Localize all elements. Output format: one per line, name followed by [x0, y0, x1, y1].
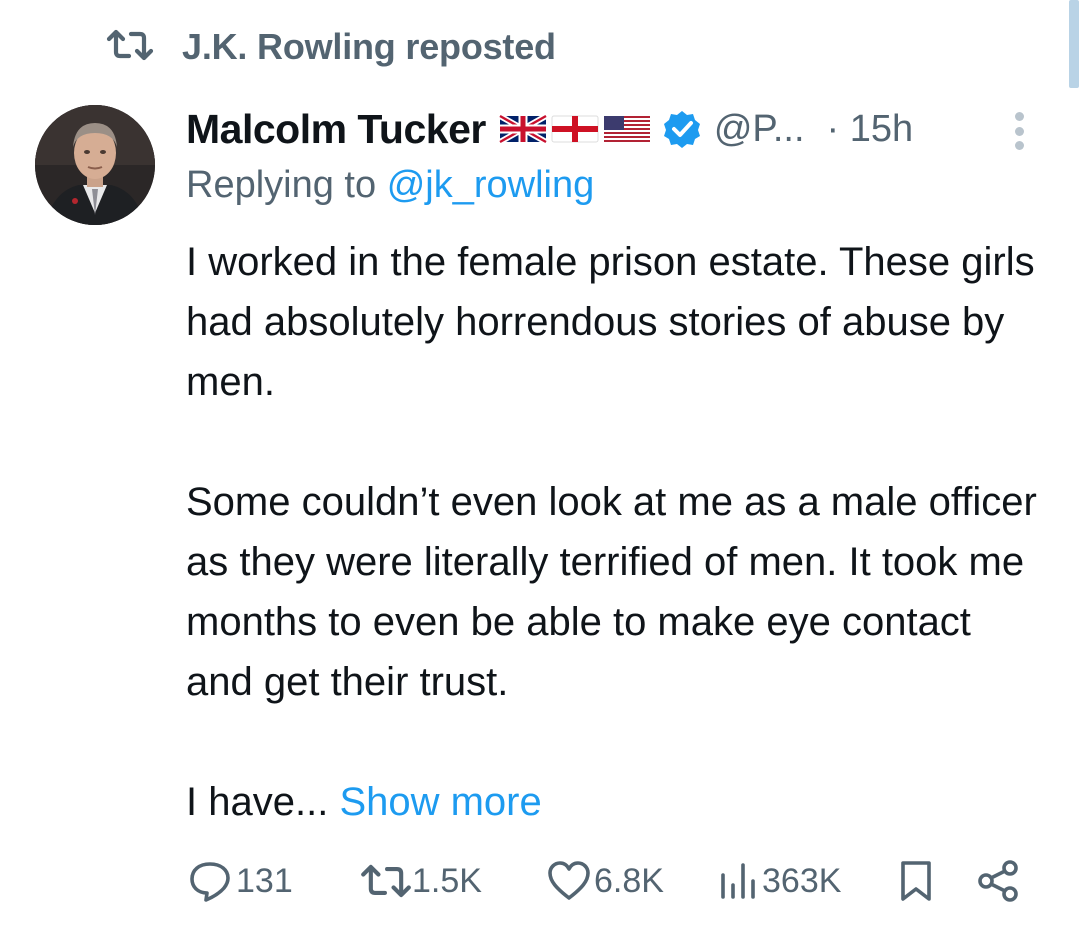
tweet-text: I worked in the female prison estate. Th… — [186, 232, 1046, 832]
repost-count: 1.5K — [412, 861, 482, 900]
views-button[interactable]: 363K — [718, 854, 841, 908]
more-options-icon[interactable] — [1004, 108, 1034, 154]
replying-to-mention[interactable]: @jk_rowling — [387, 164, 595, 206]
views-chart-icon — [721, 863, 755, 899]
tweet-paragraph: I worked in the female prison estate. Th… — [186, 240, 1035, 404]
flag-emojis — [498, 112, 652, 146]
heart-icon — [548, 861, 590, 900]
view-count: 363K — [762, 861, 842, 900]
avatar[interactable] — [35, 105, 155, 225]
us-flag-icon — [603, 116, 650, 142]
like-button[interactable]: 6.8K — [546, 854, 664, 908]
reply-count: 131 — [236, 861, 293, 900]
tweet-paragraph: Some couldn’t even look at me as a male … — [186, 480, 1037, 704]
verified-badge-icon[interactable] — [662, 109, 702, 149]
author-name[interactable]: Malcolm Tucker — [186, 106, 486, 153]
replying-to: Replying to @jk_rowling — [186, 164, 594, 207]
uk-flag-icon — [498, 113, 548, 145]
repost-icon — [106, 28, 154, 67]
reply-button[interactable]: 131 — [188, 854, 293, 908]
like-count: 6.8K — [594, 861, 664, 900]
show-more-link[interactable]: Show more — [339, 780, 541, 824]
truncated-text: I have... — [186, 780, 329, 824]
repost-context: J.K. Rowling reposted — [106, 24, 556, 70]
share-icon — [978, 860, 1018, 902]
repost-icon — [361, 864, 411, 898]
repost-button[interactable]: 1.5K — [360, 854, 482, 908]
tweet-paragraph-truncated: I have... Show more — [186, 772, 1046, 832]
action-bar: 131 1.5K 6.8K 363K — [186, 854, 1026, 908]
replying-to-label: Replying to — [186, 164, 377, 206]
reply-icon — [190, 862, 230, 902]
bookmark-icon — [901, 861, 931, 901]
author-handle[interactable]: @P... — [714, 108, 805, 151]
timestamp[interactable]: · 15h — [827, 108, 914, 151]
england-flag-icon — [551, 115, 599, 143]
scrollbar[interactable] — [1069, 0, 1079, 88]
tweet-header: Malcolm Tucker @P... · 15h — [186, 102, 913, 156]
bookmark-button[interactable] — [898, 854, 934, 908]
repost-label[interactable]: J.K. Rowling reposted — [182, 26, 556, 68]
share-button[interactable] — [976, 854, 1022, 908]
